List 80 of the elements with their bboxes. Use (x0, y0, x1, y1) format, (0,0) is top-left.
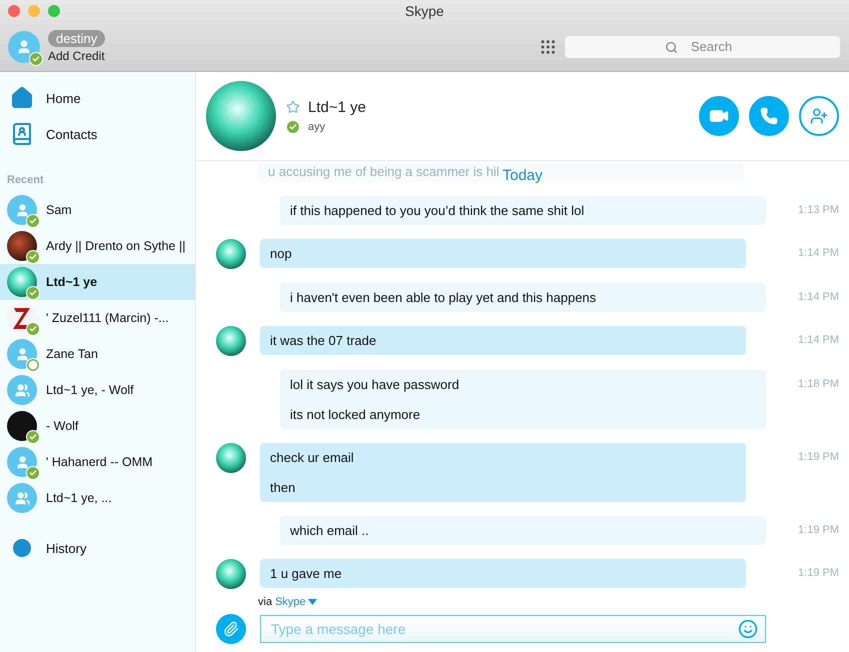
search-field[interactable]: Search (565, 36, 840, 58)
attach-button[interactable] (216, 614, 246, 644)
nav-item[interactable]: Contacts (0, 116, 195, 152)
window-title: Skype (405, 3, 444, 19)
person-icon (14, 346, 30, 362)
contact-name: Ltd~1 ye (46, 275, 98, 289)
message-time: 1:19 PM (798, 566, 839, 579)
avatar (216, 239, 246, 269)
section-heading: Recent (6, 173, 45, 188)
phone-icon (760, 107, 778, 125)
minimize-button[interactable] (28, 5, 40, 17)
dial-pad-icon[interactable] (539, 38, 557, 56)
message-text: nop (270, 246, 293, 261)
message-text: i haven't even been able to play yet and this happens (290, 290, 598, 305)
caret-icon (308, 599, 317, 605)
message-text: lol it says you have password (290, 377, 460, 392)
person-icon (16, 38, 32, 54)
close-button[interactable] (8, 5, 20, 17)
message-time: 1:14 PM (798, 246, 839, 259)
contact-name: ' Hahanerd -- OMM (46, 455, 153, 469)
contact-item[interactable]: Ltd~1 ye (0, 264, 195, 300)
message-text: if this happened to you you’d think the same shit lol (290, 203, 586, 218)
contact-name: Ardy || Drento on Sythe || (46, 239, 186, 253)
person-icon (14, 202, 30, 218)
add-credit-link[interactable]: Add Credit (48, 49, 105, 63)
nav-label: History (46, 540, 86, 556)
message-text: check ur email (270, 450, 355, 465)
nav-label: Contacts (46, 126, 98, 142)
contact-item[interactable]: ' Zuzel111 (Marcin) -... (0, 300, 195, 336)
message-time: 1:14 PM (798, 290, 839, 303)
paperclip-icon (223, 621, 239, 637)
add-person-icon (810, 107, 828, 125)
emoji-icon[interactable] (738, 619, 758, 639)
contact-item[interactable]: Ltd~1 ye, - Wolf (0, 372, 195, 408)
contact-item[interactable]: Zane Tan (0, 336, 195, 372)
history-item[interactable]: History (0, 530, 195, 566)
video-call-button[interactable] (699, 96, 739, 136)
avatar (216, 559, 246, 589)
contact-name: ' Zuzel111 (Marcin) -... (46, 311, 169, 325)
chat-name: Ltd~1 ye (308, 98, 366, 116)
add-people-button[interactable] (799, 96, 839, 136)
message-text: then (270, 480, 296, 495)
search-icon (665, 40, 678, 54)
via-label: via (258, 596, 272, 608)
message-field[interactable]: Type a message here (260, 615, 766, 643)
home-icon (10, 86, 34, 110)
avatar (216, 326, 246, 356)
contact-name: Sam (46, 203, 72, 217)
nav-label: Home (46, 90, 81, 106)
person-icon (14, 454, 30, 470)
message-time: 1:18 PM (798, 377, 839, 390)
contact-item[interactable]: Ltd~1 ye, ... (0, 480, 195, 516)
contact-name: Zane Tan (46, 347, 98, 361)
contact-item[interactable]: Sam (0, 192, 195, 228)
mood-message: ayy (308, 120, 326, 132)
account-avatar[interactable] (8, 30, 40, 62)
call-button[interactable] (749, 96, 789, 136)
avatar (216, 443, 246, 473)
zoom-button[interactable] (48, 5, 60, 17)
letter-z-icon (12, 306, 32, 330)
message-time: 1:19 PM (798, 450, 839, 463)
service-link[interactable]: Skype (275, 596, 317, 608)
contact-item[interactable]: Ardy || Drento on Sythe || (0, 228, 195, 264)
contact-item[interactable]: - Wolf (0, 408, 195, 444)
contact-name: Ltd~1 ye, - Wolf (46, 383, 134, 397)
message-time: 1:13 PM (798, 203, 839, 216)
contact-name: Ltd~1 ye, ... (46, 491, 112, 505)
contact-name: - Wolf (46, 419, 78, 433)
contact-item[interactable]: ' Hahanerd -- OMM (0, 444, 195, 480)
group-icon (14, 490, 30, 506)
message-text: 1 u gave me (270, 566, 343, 581)
message-text: its not locked anymore (290, 407, 422, 422)
message-time: 1:14 PM (798, 333, 839, 346)
contacts-icon (10, 122, 34, 146)
favorite-star-icon[interactable] (286, 100, 300, 114)
group-icon (14, 382, 30, 398)
nav-item[interactable]: Home (0, 80, 195, 116)
message-text: which email .. (290, 523, 370, 538)
message-time: 1:19 PM (798, 523, 839, 536)
message-text: it was the 07 trade (270, 333, 378, 348)
